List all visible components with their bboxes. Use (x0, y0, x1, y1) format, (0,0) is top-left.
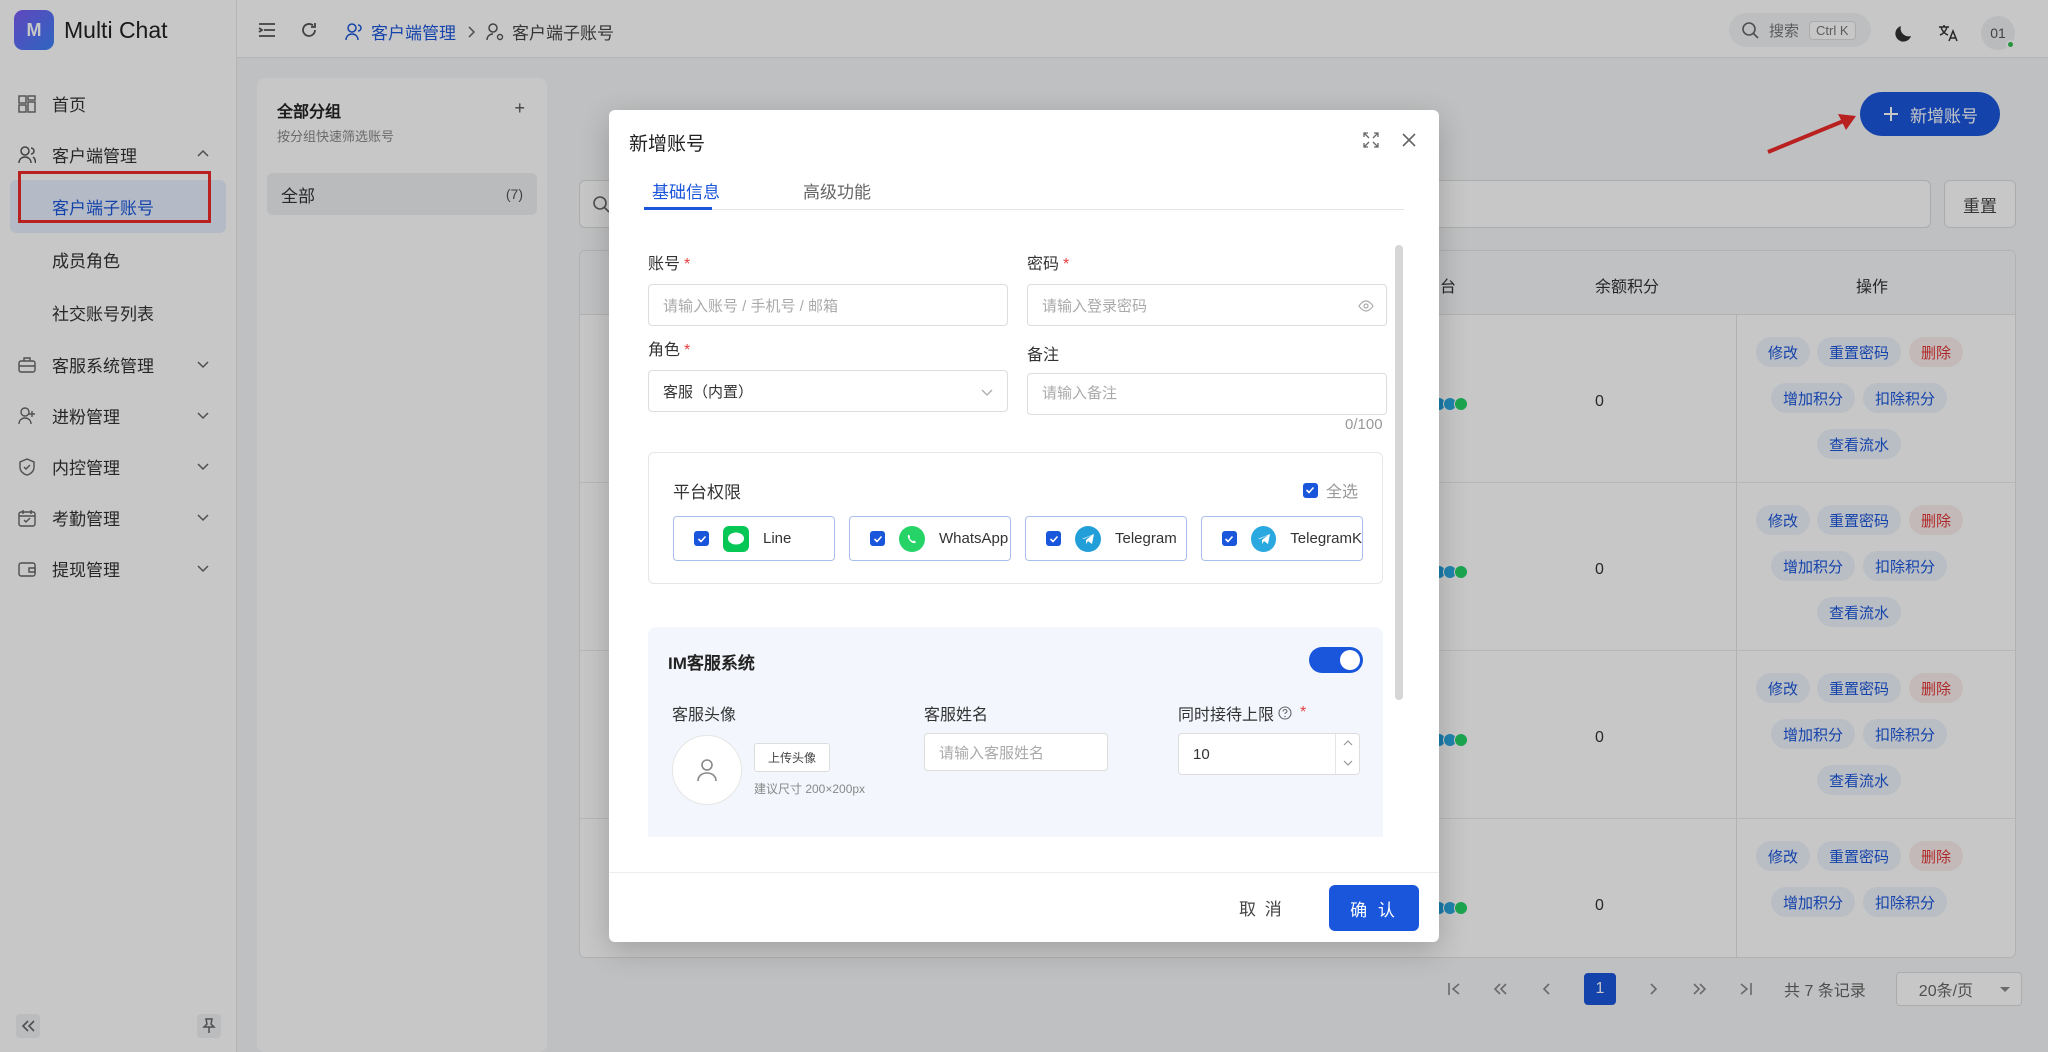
scrollbar-thumb[interactable] (1395, 245, 1403, 700)
line-icon (723, 525, 749, 552)
chevron-down-icon (981, 389, 993, 396)
concurrent-limit-stepper[interactable]: 10 (1178, 733, 1360, 775)
tab-basic-info[interactable]: 基础信息 (652, 178, 720, 203)
password-label: 密码 * (1027, 256, 1070, 273)
checkbox-checked-icon (1222, 531, 1237, 546)
fullscreen-icon[interactable] (1363, 132, 1379, 148)
modal-header-icons (1363, 132, 1417, 148)
account-input[interactable]: 请输入账号 / 手机号 / 邮箱 (648, 284, 1008, 326)
platform-card-line[interactable]: Line (673, 516, 835, 561)
remark-placeholder: 请输入备注 (1042, 385, 1118, 402)
select-all-checkbox[interactable]: 全选 (1302, 478, 1358, 502)
select-all-label: 全选 (1325, 484, 1358, 501)
platform-card-telegram[interactable]: Telegram (1025, 516, 1187, 561)
active-tab-indicator (644, 207, 712, 210)
remark-textarea[interactable]: 请输入备注 (1027, 373, 1387, 415)
platform-name: Telegram (1115, 530, 1177, 547)
account-label: 账号 * (648, 256, 691, 273)
password-placeholder: 请输入登录密码 (1042, 297, 1148, 315)
tab-advanced[interactable]: 高级功能 (803, 178, 871, 203)
stepper-down-icon[interactable] (1343, 759, 1353, 767)
stepper-up-icon[interactable] (1343, 739, 1353, 747)
concurrent-limit-label: 同时接待上限 * (1178, 704, 1307, 724)
avatar-preview[interactable] (672, 735, 742, 805)
platform-card-telegramk[interactable]: TelegramK (1201, 516, 1363, 561)
password-input[interactable]: 请输入登录密码 (1027, 284, 1387, 326)
modal-title: 新增账号 (629, 134, 706, 155)
platform-name: WhatsApp (939, 530, 1009, 547)
account-placeholder: 请输入账号 / 手机号 / 邮箱 (663, 297, 839, 315)
upload-avatar-button[interactable]: 上传头像 (754, 743, 831, 772)
checkbox-checked-icon (1046, 531, 1061, 546)
checkbox-checked-icon (1302, 482, 1318, 498)
checkbox-checked-icon (870, 531, 885, 546)
cs-name-label: 客服姓名 (924, 707, 989, 724)
toggle-knob (1340, 650, 1360, 670)
modal-tabs: 基础信息 高级功能 (644, 178, 1404, 210)
cs-avatar-label: 客服头像 (672, 707, 737, 724)
im-section-title: IM客服系统 (668, 654, 755, 673)
role-select[interactable]: 客服（内置） (648, 370, 1008, 412)
role-label: 角色 * (648, 342, 691, 359)
user-icon (697, 759, 717, 782)
remark-label: 备注 (1027, 347, 1060, 364)
platform-permissions-title: 平台权限 (673, 483, 741, 502)
im-service-section: IM客服系统 客服头像 上传头像 建议尺寸 200×200px 客服姓名 请输入… (648, 627, 1383, 837)
upload-size-tip: 建议尺寸 200×200px (754, 782, 866, 796)
eye-icon[interactable] (1358, 299, 1374, 313)
platform-name: Line (763, 530, 792, 547)
modal-scrollbar[interactable] (1395, 245, 1403, 700)
telegram-icon (1075, 525, 1101, 552)
concurrent-limit-value: 10 (1193, 746, 1210, 763)
im-service-toggle[interactable] (1309, 647, 1363, 673)
modal-footer: 取 消 确 认 (609, 872, 1439, 942)
add-account-modal: 新增账号 基础信息 高级功能 账号 * 请输入账号 / 手机号 / 邮箱 密码 * … (609, 110, 1439, 942)
role-value: 客服（内置） (663, 383, 754, 401)
stepper-arrows (1335, 734, 1359, 774)
help-circle-icon[interactable] (1278, 706, 1292, 720)
close-icon[interactable] (1401, 132, 1417, 148)
telegramk-icon (1250, 525, 1277, 552)
platform-name: TelegramK (1290, 530, 1362, 547)
whatsapp-icon (899, 525, 925, 552)
cancel-button[interactable]: 取 消 (1239, 895, 1284, 920)
platform-permissions: 平台权限 全选 Line WhatsApp Telegram TelegramK (648, 452, 1383, 584)
confirm-button[interactable]: 确 认 (1329, 885, 1419, 931)
cs-name-input[interactable]: 请输入客服姓名 (924, 733, 1108, 771)
checkbox-checked-icon (694, 531, 709, 546)
platform-card-whatsapp[interactable]: WhatsApp (849, 516, 1011, 561)
cs-name-placeholder: 请输入客服姓名 (939, 744, 1045, 762)
remark-char-counter: 0/100 (1345, 416, 1383, 433)
